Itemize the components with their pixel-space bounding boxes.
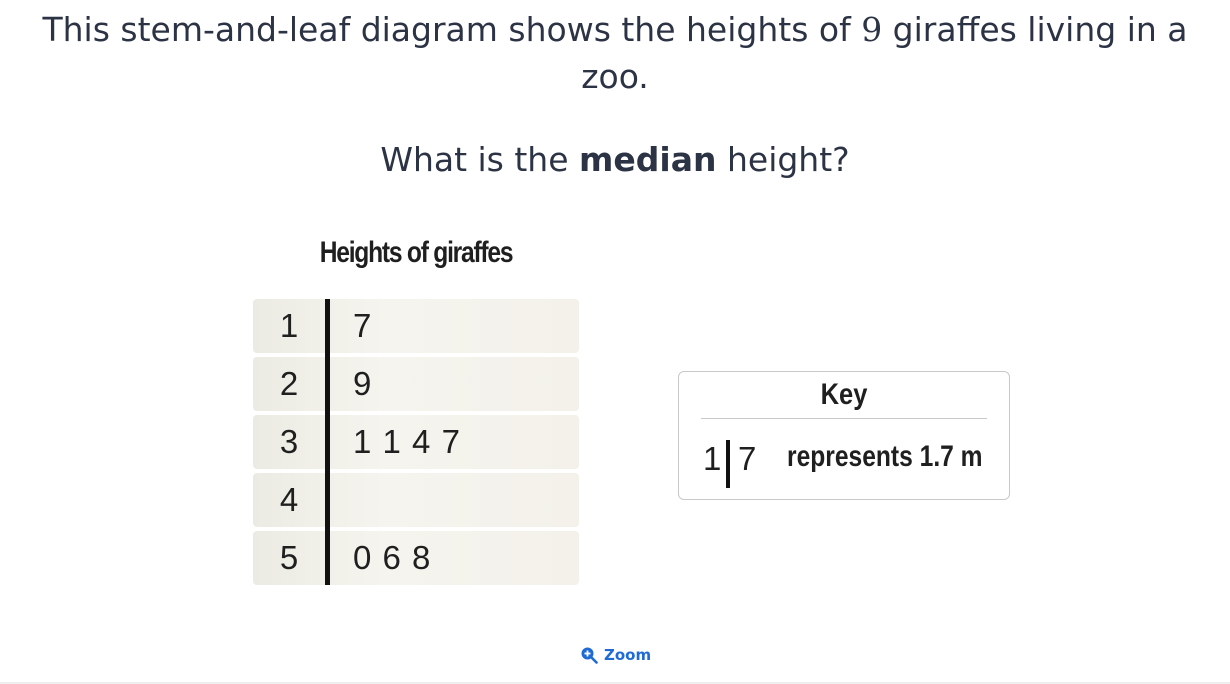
zoom-in-icon — [581, 647, 598, 664]
leaf-values: 7 — [353, 307, 373, 344]
prompt-after: height? — [716, 140, 850, 179]
stem-value: 4 — [279, 481, 299, 518]
stem-value: 3 — [279, 423, 299, 460]
key-box: Key 1 7 represents 1.7 m — [678, 371, 1010, 500]
figure-title: Heights of giraffes — [319, 236, 514, 269]
stem-value: 5 — [279, 539, 299, 576]
leaf-values: 9 — [353, 365, 373, 402]
stem-value: 1 — [279, 307, 299, 344]
key-title: Key — [820, 378, 868, 411]
question-prompt: What is the median height? — [0, 138, 1230, 182]
stem-leaf-row: 3 1 1 4 7 — [253, 415, 579, 469]
giraffe-count: 9 — [861, 10, 883, 49]
stem-leaf-row: 5 0 6 8 — [253, 531, 579, 585]
key-stem-divider — [726, 440, 730, 488]
leaf-values: 1 1 4 7 — [353, 423, 461, 460]
stem-divider — [325, 299, 330, 585]
question-text-before: This stem-and-leaf diagram shows the hei… — [42, 10, 862, 49]
key-leaf: 7 — [738, 440, 757, 477]
stem-leaf-row: 4 — [253, 473, 579, 527]
stem-leaf-row: 1 7 — [253, 299, 579, 353]
question-text: This stem-and-leaf diagram shows the hei… — [20, 6, 1210, 100]
leaf-values: 0 6 8 — [353, 539, 432, 576]
prompt-bold: median — [579, 140, 717, 179]
stem-value: 2 — [279, 365, 299, 402]
zoom-button[interactable]: Zoom — [580, 644, 651, 666]
key-description: represents 1.7 m — [787, 440, 983, 473]
stem-and-leaf-diagram: 1 7 2 9 3 1 1 4 7 4 5 0 6 8 — [253, 299, 579, 585]
key-stem: 1 — [703, 440, 722, 477]
stem-leaf-row: 2 9 — [253, 357, 579, 411]
zoom-label: Zoom — [604, 646, 652, 664]
key-divider — [701, 418, 987, 419]
prompt-before: What is the — [380, 140, 580, 179]
